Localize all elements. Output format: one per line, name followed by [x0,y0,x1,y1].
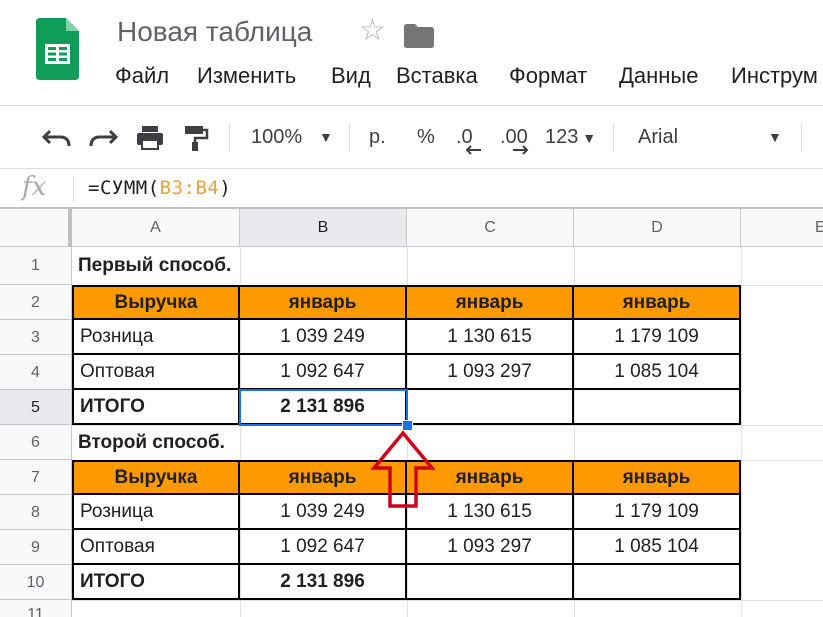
cell-b10[interactable]: 2 131 896 [240,565,407,600]
gridline [741,247,742,617]
paint-format-icon[interactable] [183,106,209,168]
row-header-8[interactable]: 8 [0,495,72,530]
menu-format[interactable]: Формат [509,63,587,89]
row-header-6[interactable]: 6 [0,425,72,460]
row-header-10[interactable]: 10 [0,565,72,600]
cell-d4[interactable]: 1 085 104 [574,355,741,390]
font-chevron-down-icon[interactable]: ▼ [768,106,782,168]
more-formats-select[interactable]: 123 ▼ [545,106,596,168]
zoom-select[interactable]: 100% [251,106,302,168]
toolbar-divider [613,124,614,152]
row-header-2[interactable]: 2 [0,285,72,320]
arrow-left-icon [465,145,481,155]
row-header-4[interactable]: 4 [0,355,72,390]
document-title[interactable]: Новая таблица [117,16,312,48]
menu-tools[interactable]: Инструм [731,63,818,89]
cell-b3[interactable]: 1 039 249 [240,320,407,355]
arrow-right-icon [513,145,529,155]
cell-a1[interactable]: Первый способ. [72,247,407,285]
cell-a7[interactable]: Выручка [72,460,240,495]
font-select[interactable]: Arial [638,106,678,168]
decrease-decimal-button[interactable]: .0 [456,106,481,168]
cell-a8[interactable]: Розница [72,495,240,530]
cell-c3[interactable]: 1 130 615 [407,320,574,355]
zoom-chevron-down-icon[interactable]: ▼ [319,106,333,168]
star-icon[interactable]: ☆ [359,16,386,46]
print-icon[interactable] [135,106,165,168]
increase-decimal-button[interactable]: .00 [500,106,529,168]
toolbar-divider [801,124,802,152]
cell-b5[interactable]: 2 131 896 [240,390,407,425]
cell-a9[interactable]: Оптовая [72,530,240,565]
row-header-1[interactable]: 1 [0,247,72,285]
cell-c5[interactable] [407,390,574,425]
cell-d7[interactable]: январь [574,460,741,495]
cell-b2[interactable]: январь [240,285,407,320]
sheets-logo-icon[interactable] [36,18,79,80]
cell-c4[interactable]: 1 093 297 [407,355,574,390]
menu-file[interactable]: Файл [115,63,169,89]
menu-view[interactable]: Вид [331,63,371,89]
menu-insert[interactable]: Вставка [396,63,478,89]
cell-d2[interactable]: январь [574,285,741,320]
cell-d9[interactable]: 1 085 104 [574,530,741,565]
cell-d10[interactable] [574,565,741,600]
undo-icon[interactable] [41,106,72,168]
column-header-a[interactable]: A [72,209,240,247]
toolbar-divider-line [0,168,823,169]
row-header-9[interactable]: 9 [0,530,72,565]
cell-d3[interactable]: 1 179 109 [574,320,741,355]
redo-icon[interactable] [88,106,119,168]
cell-b9[interactable]: 1 092 647 [240,530,407,565]
cell-d5[interactable] [574,390,741,425]
cell-c10[interactable] [407,565,574,600]
column-header-e[interactable]: E [741,209,823,247]
row-header-5[interactable]: 5 [0,390,72,425]
cell-b4[interactable]: 1 092 647 [240,355,407,390]
row-header-3[interactable]: 3 [0,320,72,355]
column-header-b[interactable]: B [240,209,407,247]
row-header-11[interactable]: 11 [0,600,72,617]
cell-c2[interactable]: январь [407,285,574,320]
cell-a2[interactable]: Выручка [72,285,240,320]
menu-data[interactable]: Данные [619,63,698,89]
toolbar-divider [229,124,230,152]
folder-icon[interactable] [404,24,434,53]
menu-edit[interactable]: Изменить [197,63,296,89]
cell-a5[interactable]: ИТОГО [72,390,240,425]
cell-a6[interactable]: Второй способ. [72,425,407,460]
cell-c9[interactable]: 1 093 297 [407,530,574,565]
percent-format-button[interactable]: % [417,106,435,168]
annotation-arrow-icon [370,430,436,508]
column-header-d[interactable]: D [574,209,741,247]
formula-input[interactable]: =СУММ(B3:B4) [88,177,231,199]
select-all-corner[interactable] [0,209,72,247]
currency-format-button[interactable]: р. [369,106,386,168]
column-header-c[interactable]: C [407,209,574,247]
toolbar-divider [349,124,350,152]
cell-d8[interactable]: 1 179 109 [574,495,741,530]
toolbar: 100% ▼ р. % .0 .00 123 ▼ Arial ▼ [0,106,823,168]
cell-a10[interactable]: ИТОГО [72,565,240,600]
gridline [72,600,823,601]
fx-icon: fx [22,172,47,202]
formula-bar-divider [73,176,74,202]
cell-a4[interactable]: Оптовая [72,355,240,390]
row-header-7[interactable]: 7 [0,460,72,495]
cell-a3[interactable]: Розница [72,320,240,355]
